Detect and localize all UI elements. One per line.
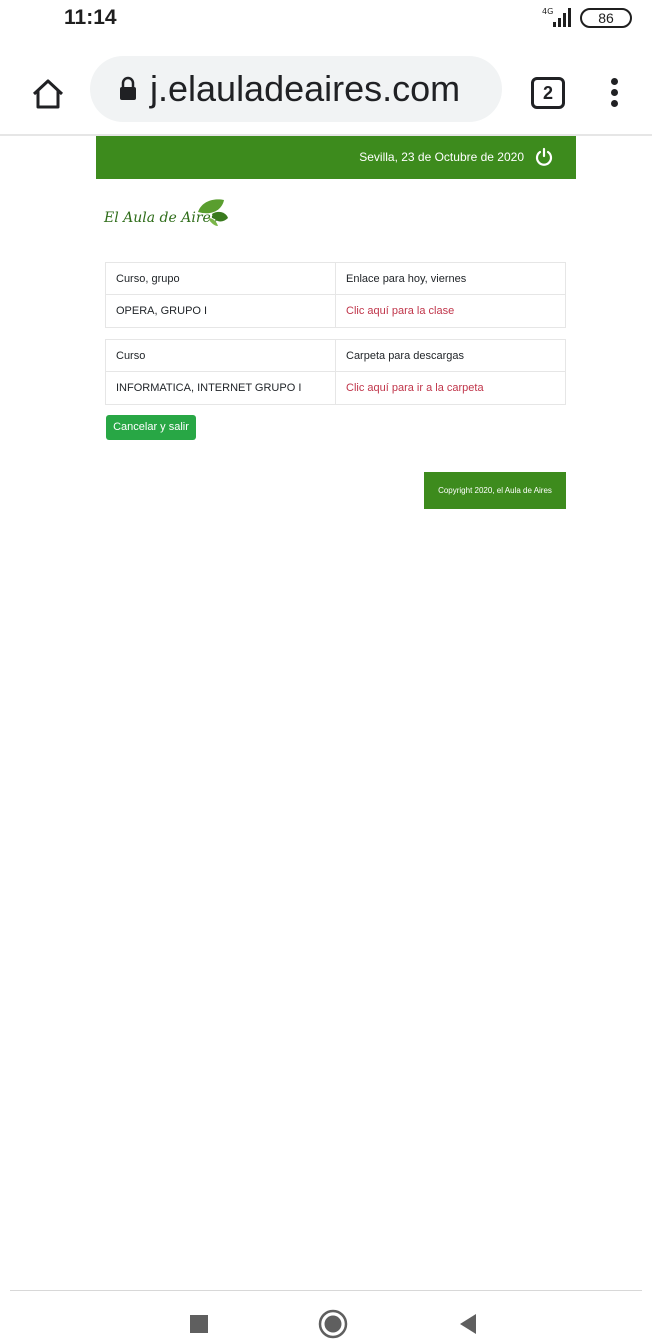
status-time: 11:14 <box>64 6 117 29</box>
header-link-today: Enlace para hoy, viernes <box>346 273 467 285</box>
tab-count: 2 <box>542 83 553 103</box>
header-download-folder: Carpeta para descargas <box>346 350 465 362</box>
page-footer: Copyright 2020, el Aula de Aires <box>424 472 566 509</box>
recents-icon[interactable] <box>190 1315 208 1333</box>
copyright-text: Copyright 2020, el Aula de Aires <box>438 486 552 495</box>
battery-indicator: 86 <box>580 8 632 28</box>
site-logo: El Aula de Aires <box>104 196 232 240</box>
battery-level: 86 <box>598 10 614 26</box>
downloads-table: Curso Carpeta para descargas INFORMATICA… <box>105 339 566 405</box>
back-icon[interactable] <box>456 1312 480 1336</box>
home-icon[interactable] <box>28 74 68 114</box>
status-bar: 11:14 4G 86 <box>0 0 652 40</box>
folder-link[interactable]: Clic aquí para ir a la carpeta <box>336 372 565 404</box>
header-date: Sevilla, 23 de Octubre de 2020 <box>359 150 524 164</box>
cancel-and-exit-button[interactable]: Cancelar y salir <box>106 415 196 440</box>
power-icon[interactable] <box>534 147 554 167</box>
signal-icon: 4G <box>542 7 571 27</box>
table-header-row: Curso Carpeta para descargas <box>106 340 565 372</box>
header-course: Curso <box>106 340 336 372</box>
table-header-row: Curso, grupo Enlace para hoy, viernes <box>106 263 565 295</box>
lock-icon <box>120 76 136 100</box>
class-link[interactable]: Clic aquí para la clase <box>336 295 565 327</box>
course-link-table: Curso, grupo Enlace para hoy, viernes OP… <box>105 262 566 328</box>
nav-divider <box>10 1290 642 1291</box>
browser-toolbar: j.elauladeaires.com 2 <box>0 50 652 134</box>
table-row: INFORMATICA, INTERNET GRUPO I Clic aquí … <box>106 372 565 404</box>
leaf-icon <box>198 199 228 226</box>
course-name: OPERA, GRUPO I <box>106 295 336 327</box>
network-type: 4G <box>542 7 553 16</box>
page-header: Sevilla, 23 de Octubre de 2020 <box>96 136 576 179</box>
tab-switcher-button[interactable]: 2 <box>531 77 565 109</box>
address-bar[interactable]: j.elauladeaires.com <box>90 56 502 122</box>
overflow-menu-icon[interactable] <box>600 76 630 110</box>
url-text: j.elauladeaires.com <box>150 68 461 109</box>
home-nav-icon[interactable] <box>318 1309 348 1339</box>
table-row: OPERA, GRUPO I Clic aquí para la clase <box>106 295 565 327</box>
header-course-group: Curso, grupo <box>106 263 336 295</box>
course-name: INFORMATICA, INTERNET GRUPO I <box>106 372 336 404</box>
